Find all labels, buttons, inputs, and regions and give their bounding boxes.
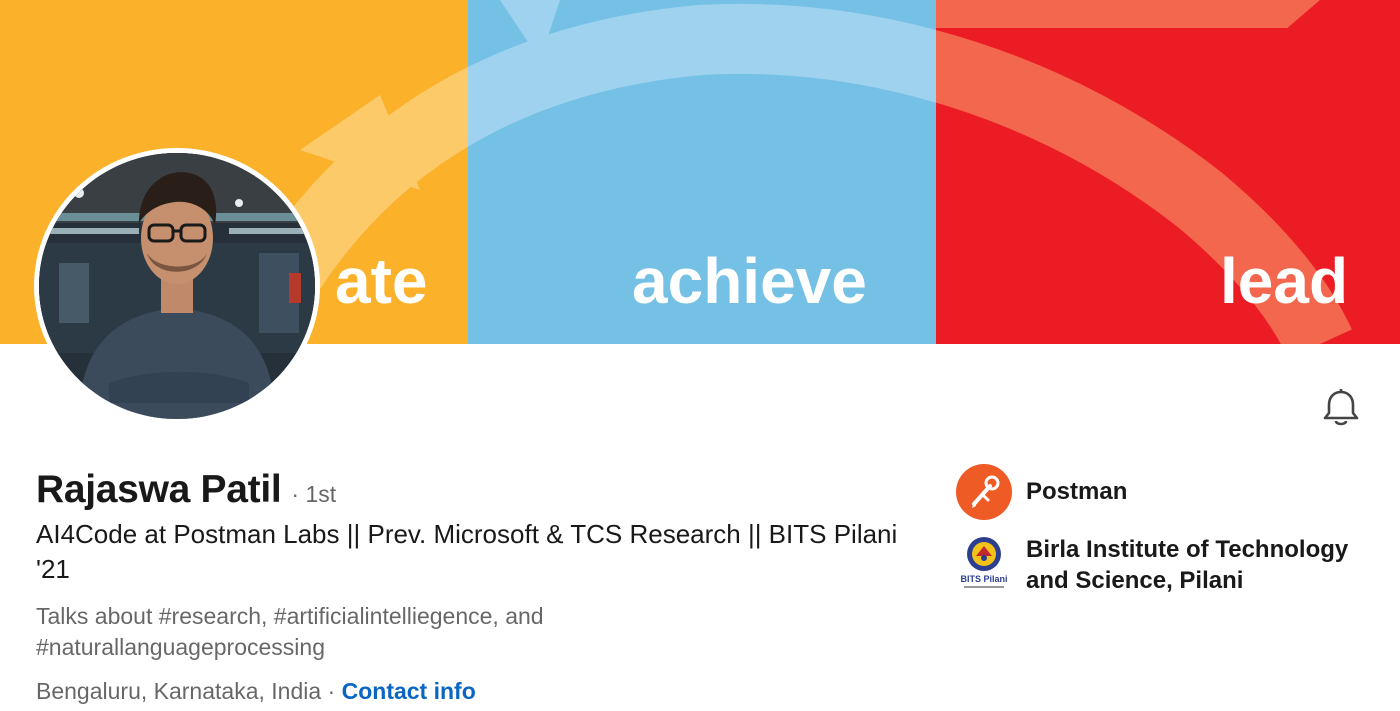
profile-photo[interactable] xyxy=(34,148,320,424)
org-bits-pilani[interactable]: BITS Pilani Birla Institute of Technolog… xyxy=(956,534,1366,596)
person-photo xyxy=(39,153,315,419)
talks-about: Talks about #research, #artificialintell… xyxy=(36,603,544,660)
banner-word-right: lead xyxy=(1220,245,1348,317)
postman-logo xyxy=(956,464,1012,520)
location-row: Bengaluru, Karnataka, India · Contact in… xyxy=(36,676,476,707)
bell-icon[interactable] xyxy=(1318,384,1364,430)
location: Bengaluru, Karnataka, India xyxy=(36,678,322,704)
connection-degree: · 1st xyxy=(291,481,337,507)
bits-logo-text: BITS Pilani xyxy=(960,574,1007,584)
org-name-bits: Birla Institute of Technology and Scienc… xyxy=(1026,536,1349,594)
profile-headline: AI4Code at Postman Labs || Prev. Microso… xyxy=(36,519,898,584)
profile-name: Rajaswa Patil xyxy=(36,468,282,511)
profile-name-row: Rajaswa Patil · 1st xyxy=(36,468,336,512)
org-name-postman: Postman xyxy=(1026,478,1128,505)
org-postman[interactable]: Postman xyxy=(956,464,1127,520)
bits-pilani-logo: BITS Pilani xyxy=(956,534,1012,590)
banner-word-middle: achieve xyxy=(632,245,867,317)
banner-word-left: ate xyxy=(335,245,428,317)
separator-dot: · xyxy=(327,678,336,704)
contact-info-link[interactable]: Contact info xyxy=(342,678,476,704)
